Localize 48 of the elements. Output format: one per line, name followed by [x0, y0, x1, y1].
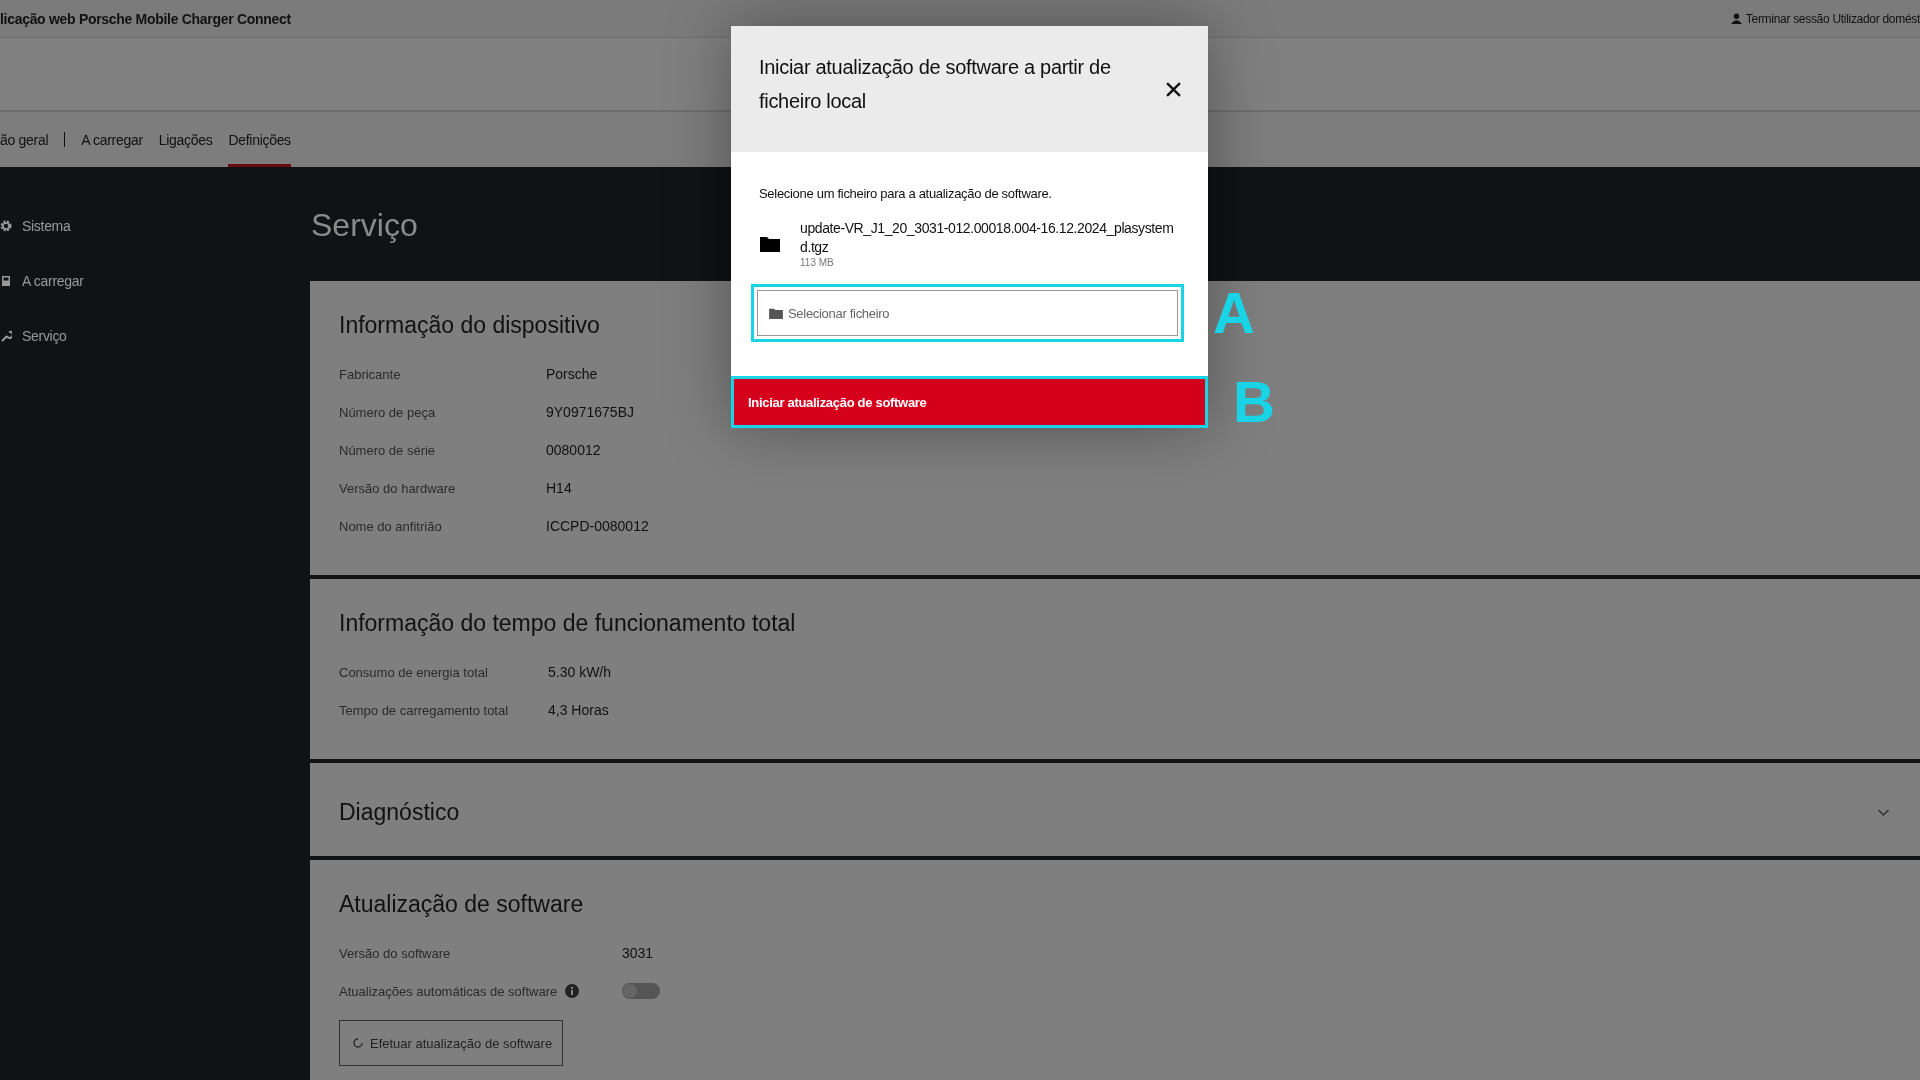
close-icon[interactable]: [1166, 82, 1181, 97]
nav-tab[interactable]: Ligações: [158, 112, 213, 167]
dialog-title: Iniciar atualização de software a partir de ficheiro local: [759, 55, 1112, 114]
field-label: Tempo de carregamento total: [339, 702, 510, 718]
field-value: 3031: [622, 945, 655, 961]
folder-icon: [769, 307, 783, 319]
field-value: 4,3 Horas: [548, 702, 610, 718]
sidebar-item[interactable]: Serviço: [0, 325, 67, 347]
field-value: 0080012: [546, 442, 602, 458]
nav-tab[interactable]: A carregar: [81, 112, 143, 167]
user-icon: [1730, 13, 1742, 24]
field-label: Atualizações automáticas de software: [339, 983, 558, 999]
field-value: 5.30 kW/h: [548, 664, 613, 680]
folder-icon: [760, 235, 780, 252]
callout-label: B: [1233, 373, 1275, 431]
callout-label: A: [1213, 284, 1255, 342]
page-title: Serviço: [310, 206, 418, 245]
toggle-switch[interactable]: [622, 983, 660, 999]
sidebar-item[interactable]: Sistema: [0, 215, 71, 237]
section-title: Informação do dispositivo: [339, 312, 600, 339]
section-title: Diagnóstico: [339, 799, 460, 826]
field-label: Versão do software: [339, 945, 452, 961]
wrench-icon: [0, 330, 12, 342]
field-value: H14: [546, 480, 573, 496]
app-title: licação web Porsche Mobile Charger Connect: [0, 10, 291, 27]
instruction-text: Selecione um ficheiro para a atualização de software.: [759, 186, 1053, 201]
file-picker-field[interactable]: Selecionar ficheiro: [757, 290, 1178, 336]
field-value: ICCPD-0080012: [546, 518, 650, 534]
info-icon[interactable]: [565, 984, 580, 998]
sidebar-item[interactable]: A carregar: [0, 270, 84, 292]
field-label: Versão do hardware: [339, 480, 457, 496]
field-value: Porsche: [546, 366, 599, 382]
section-title: Informação do tempo de funcionamento total: [339, 610, 796, 637]
chevron-icon[interactable]: [1877, 808, 1890, 817]
file-size: 113 MB: [800, 257, 835, 268]
gear-icon: [0, 220, 12, 232]
file-name: update-VR_J1_20_3031-012.00018.004-16.12.2024_plasystemd.tgz: [800, 219, 1175, 257]
field-label: Nome do anfitrião: [339, 518, 443, 534]
field-label: Número de peça: [339, 404, 437, 420]
nav-tab[interactable]: ão geral: [0, 112, 49, 167]
refresh-icon: [352, 1037, 364, 1049]
field-label: Fabricante: [339, 366, 402, 382]
field-label: Consumo de energia total: [339, 664, 489, 680]
start-update-button[interactable]: Iniciar atualização de software: [734, 379, 1205, 425]
logout-link[interactable]: Terminar sessão Utilizador domést: [1730, 11, 1920, 26]
field-label: Número de série: [339, 442, 437, 458]
section-title: Atualização de software: [339, 891, 584, 918]
update-button[interactable]: Efetuar atualização de software: [339, 1020, 564, 1066]
